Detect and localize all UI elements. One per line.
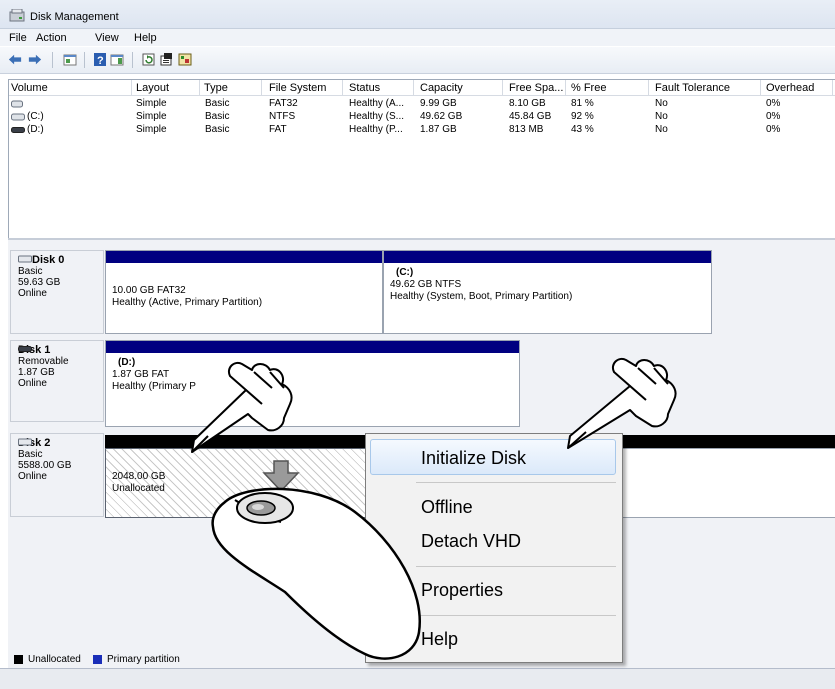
help-icon[interactable]: ? <box>93 53 107 66</box>
partition-disk0-fat32[interactable]: 10.00 GB FAT32 Healthy (Active, Primary … <box>105 250 383 334</box>
title-bar: Disk Management <box>0 0 835 29</box>
removable-drive-icon <box>18 346 32 352</box>
disk-icon <box>18 255 32 263</box>
col-file-system[interactable]: File System <box>269 82 326 94</box>
col-capacity[interactable]: Capacity <box>420 82 463 94</box>
disk-2-label[interactable]: Disk 2 Basic 5588.00 GB Online <box>10 433 104 517</box>
properties-icon[interactable] <box>160 53 174 66</box>
back-arrow-icon[interactable] <box>8 53 22 66</box>
console-tree-icon[interactable] <box>63 53 77 66</box>
table-row[interactable]: (C:) Simple Basic NTFS Healthy (S... 49.… <box>9 111 835 123</box>
menu-file[interactable]: File <box>9 32 27 44</box>
show-action-pane-icon[interactable] <box>110 53 124 66</box>
volume-list: Volume Layout Type File System Status Ca… <box>8 79 835 239</box>
partition-disk0-c[interactable]: (C:) 49.62 GB NTFS Healthy (System, Boot… <box>383 250 712 334</box>
status-bar <box>0 668 835 689</box>
removable-drive-icon <box>11 127 25 133</box>
legend-swatch-unallocated <box>14 655 23 664</box>
menu-action[interactable]: Action <box>36 32 67 44</box>
rescan-icon[interactable] <box>178 53 192 66</box>
drive-icon <box>11 100 23 108</box>
col-fault-tolerance[interactable]: Fault Tolerance <box>655 82 730 94</box>
partition-disk1-d[interactable]: (D:) 1.87 GB FAT Healthy (Primary P <box>105 340 520 427</box>
menu-item-properties[interactable]: Properties <box>421 580 503 601</box>
col-free-space[interactable]: Free Spa... <box>509 82 563 94</box>
forward-arrow-icon[interactable] <box>28 53 42 66</box>
disk-0-label[interactable]: Disk 0 Basic 59.63 GB Online <box>10 250 104 334</box>
partition-disk2-remaining[interactable] <box>620 448 835 518</box>
pointing-hand-icon <box>567 358 677 449</box>
toolbar: ? <box>0 47 835 74</box>
legend-swatch-primary <box>93 655 102 664</box>
col-status[interactable]: Status <box>349 82 380 94</box>
col-layout[interactable]: Layout <box>136 82 169 94</box>
refresh-icon[interactable] <box>142 53 156 66</box>
pointing-hand-icon <box>191 362 293 453</box>
menu-view[interactable]: View <box>95 32 119 44</box>
drive-icon <box>11 113 25 121</box>
legend-unallocated: Unallocated <box>28 654 81 665</box>
col-percent-free[interactable]: % Free <box>571 82 606 94</box>
svg-text:?: ? <box>97 55 104 66</box>
legend-primary-partition: Primary partition <box>107 654 180 665</box>
disk-1-label[interactable]: Disk 1 Removable 1.87 GB Online <box>10 340 104 422</box>
menu-bar: File Action View Help <box>0 29 835 46</box>
table-row[interactable]: Simple Basic FAT32 Healthy (A... 9.99 GB… <box>9 98 835 110</box>
disk-management-icon <box>9 9 25 22</box>
window-title: Disk Management <box>30 11 119 23</box>
disk-icon <box>18 438 32 446</box>
menu-item-initialize-disk[interactable]: Initialize Disk <box>421 448 526 469</box>
menu-help[interactable]: Help <box>134 32 157 44</box>
col-overhead[interactable]: Overhead <box>766 82 814 94</box>
volume-list-header: Volume Layout Type File System Status Ca… <box>9 80 835 96</box>
col-volume[interactable]: Volume <box>11 82 48 94</box>
mouse-icon <box>211 487 422 660</box>
table-row[interactable]: (D:) Simple Basic FAT Healthy (P... 1.87… <box>9 124 835 136</box>
col-type[interactable]: Type <box>204 82 228 94</box>
menu-item-detach-vhd[interactable]: Detach VHD <box>421 531 521 552</box>
